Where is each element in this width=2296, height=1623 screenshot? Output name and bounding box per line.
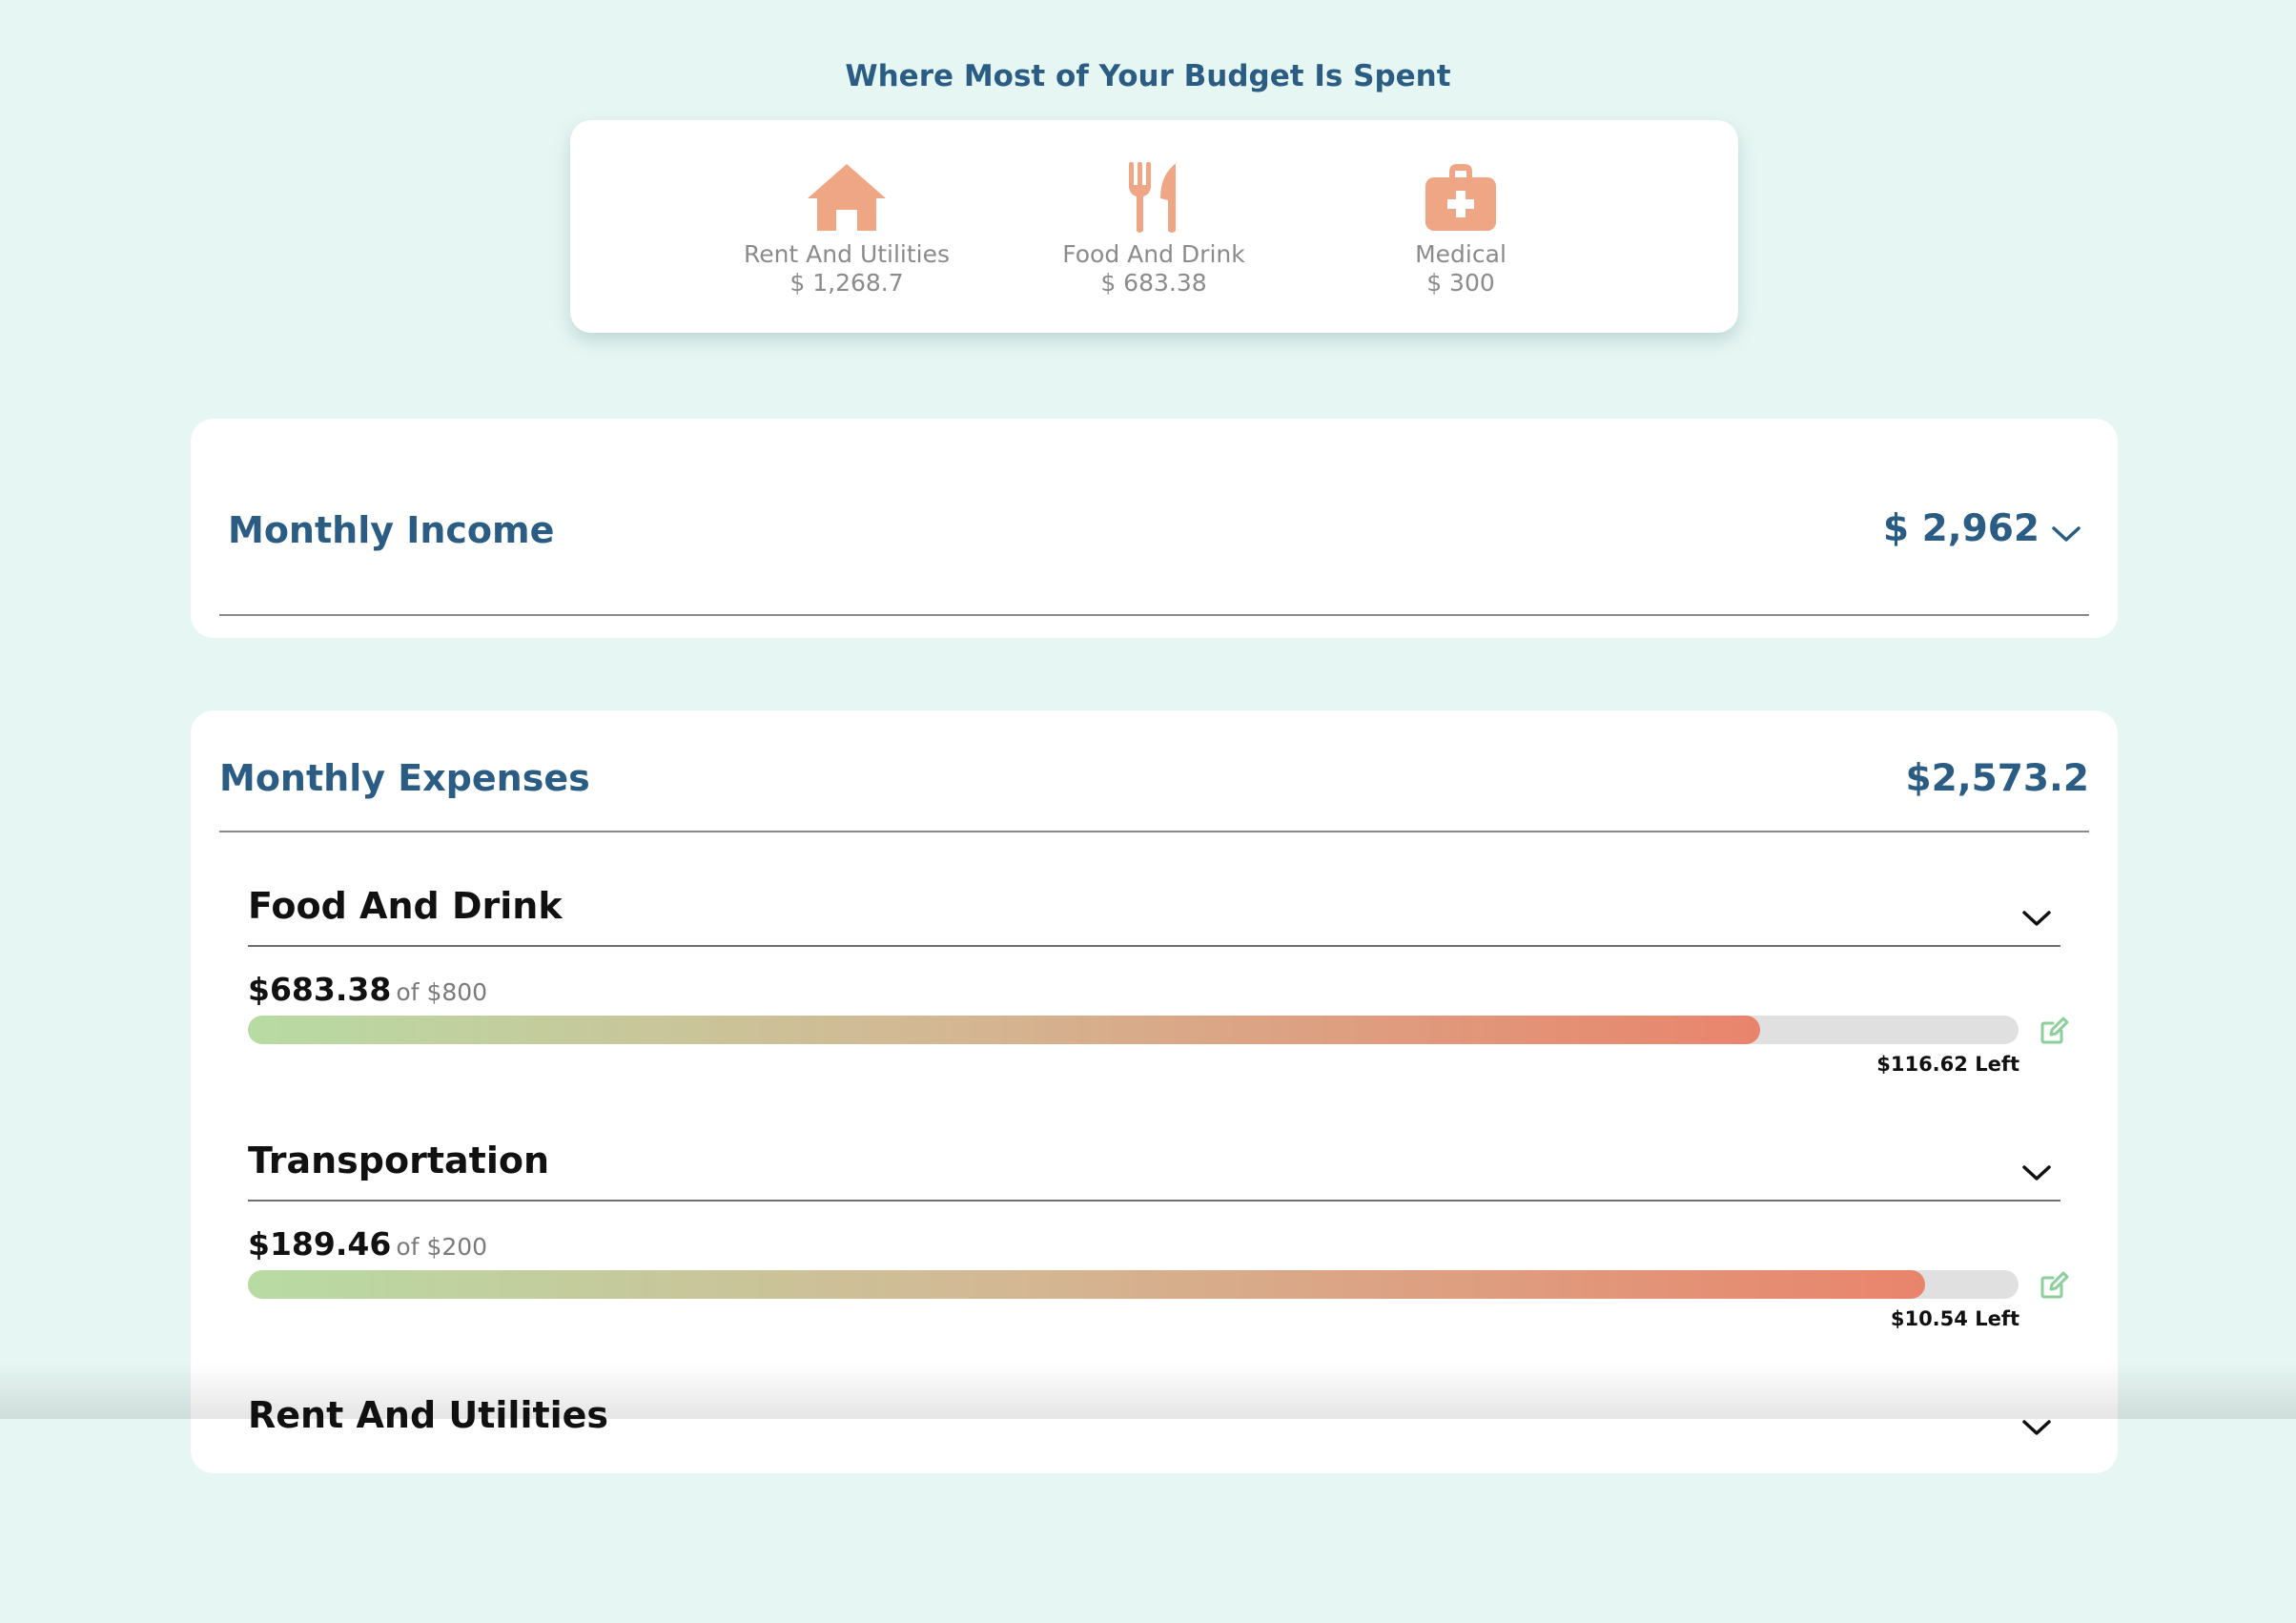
bottom-shadow bbox=[0, 1362, 2296, 1419]
spent-summary: $189.46 of $200 bbox=[248, 1225, 487, 1263]
top-category-name: Medical bbox=[1415, 240, 1507, 268]
monthly-expenses-title: Monthly Expenses bbox=[219, 757, 590, 799]
house-icon bbox=[804, 160, 890, 235]
top-category-name: Rent And Utilities bbox=[743, 240, 951, 268]
spent-amount: $683.38 bbox=[248, 971, 392, 1008]
divider bbox=[219, 831, 2089, 832]
progress-fill bbox=[248, 1270, 1925, 1299]
edit-icon[interactable] bbox=[2039, 1015, 2069, 1045]
budget-limit: of $200 bbox=[396, 1233, 488, 1261]
progress-bar bbox=[248, 1270, 2019, 1299]
chevron-down-icon[interactable] bbox=[2021, 1162, 2052, 1183]
monthly-expenses-total: $2,573.2 bbox=[1905, 757, 2089, 800]
edit-icon[interactable] bbox=[2039, 1269, 2069, 1300]
divider bbox=[248, 1200, 2060, 1202]
spent-amount: $189.46 bbox=[248, 1225, 392, 1263]
progress-bar bbox=[248, 1016, 2019, 1044]
divider bbox=[248, 945, 2060, 947]
budget-item-transportation: Transportation $189.46 of $200 $10.54 Le… bbox=[248, 1140, 2069, 1368]
monthly-income-title: Monthly Income bbox=[228, 509, 555, 551]
medical-kit-icon bbox=[1418, 160, 1504, 235]
top-category-amount: $ 683.38 bbox=[1100, 269, 1207, 297]
top-category-rent: Rent And Utilities $ 1,268.7 bbox=[675, 160, 1018, 298]
budget-item-food: Food And Drink $683.38 of $800 $116.62 L… bbox=[248, 885, 2069, 1114]
top-category-amount: $ 1,268.7 bbox=[789, 269, 904, 297]
top-category-amount: $ 300 bbox=[1426, 269, 1495, 297]
progress-fill bbox=[248, 1016, 1760, 1044]
monthly-income-amount: $ 2,962 bbox=[1882, 507, 2040, 550]
chevron-down-icon[interactable] bbox=[2021, 908, 2052, 929]
spent-summary: $683.38 of $800 bbox=[248, 971, 487, 1008]
fork-knife-icon bbox=[1111, 160, 1197, 235]
divider bbox=[219, 614, 2089, 616]
top-category-name: Food And Drink bbox=[1062, 240, 1245, 268]
budget-limit: of $800 bbox=[396, 978, 488, 1006]
top-category-medical: Medical $ 300 bbox=[1289, 160, 1632, 298]
chevron-down-icon[interactable] bbox=[2051, 524, 2081, 544]
remaining-label: $10.54 Left bbox=[1890, 1307, 2019, 1330]
budget-summary-title: Where Most of Your Budget Is Spent bbox=[845, 59, 1451, 93]
budget-name: Transportation bbox=[248, 1140, 550, 1181]
remaining-label: $116.62 Left bbox=[1876, 1053, 2019, 1076]
budget-item-rent: Rent And Utilities bbox=[248, 1394, 2069, 1623]
top-spending-card: Rent And Utilities $ 1,268.7 Food And Dr… bbox=[570, 120, 1738, 333]
monthly-expenses-card: Monthly Expenses $2,573.2 Food And Drink… bbox=[191, 710, 2118, 1473]
chevron-down-icon[interactable] bbox=[2021, 1417, 2052, 1438]
budget-name: Food And Drink bbox=[248, 885, 563, 927]
monthly-income-card: Monthly Income $ 2,962 bbox=[191, 419, 2118, 638]
top-category-food: Food And Drink $ 683.38 bbox=[982, 160, 1325, 298]
